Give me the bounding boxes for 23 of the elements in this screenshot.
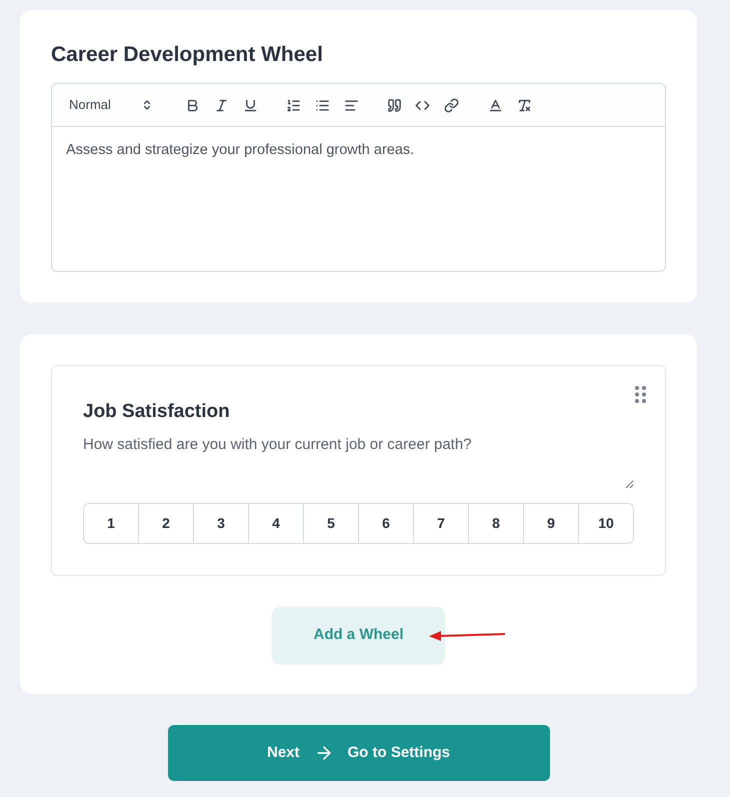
question-field[interactable]: How satisfied are you with your current job or career path? [83, 434, 634, 489]
link-icon [444, 98, 458, 112]
bullet-list-icon [314, 98, 330, 112]
card-title: Career Development Wheel [51, 42, 324, 68]
quote-icon [386, 98, 402, 112]
next-button[interactable]: Next Go to Settings [168, 725, 550, 781]
text-color-icon [488, 98, 502, 112]
rich-text-editor[interactable]: Normal Assess and strategize your professional growth areas. [51, 83, 666, 272]
italic-icon [214, 98, 228, 112]
editor-content: Assess and strategize your professional growth areas. [65, 141, 416, 160]
up-down-caret-icon [141, 99, 153, 111]
question-title: Job Satisfaction [83, 400, 231, 424]
ordered-list-icon [286, 98, 300, 112]
scale-option[interactable]: 10 [578, 504, 633, 543]
clear-format-icon [516, 98, 532, 112]
quote-button[interactable] [385, 96, 403, 114]
link-button[interactable] [442, 96, 460, 114]
next-target: Go to Settings [348, 742, 450, 763]
drag-handle-icon[interactable] [635, 386, 646, 403]
align-left-icon [344, 98, 358, 112]
format-select[interactable]: Normal [69, 95, 153, 115]
underline-icon [242, 98, 258, 112]
next-label: Next [266, 742, 300, 763]
